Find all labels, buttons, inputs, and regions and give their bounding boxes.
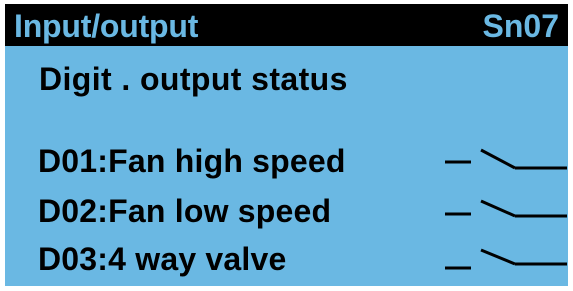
output-row-d03: D03:4 way valve bbox=[38, 240, 568, 280]
output-label: D03:4 way valve bbox=[38, 241, 287, 277]
menu-code: Sn07 bbox=[482, 8, 559, 44]
output-row-d02: D02:Fan low speed bbox=[38, 192, 568, 232]
output-label: D02:Fan low speed bbox=[38, 193, 332, 229]
lcd-screen: Input/output Sn07 Digit . output status … bbox=[0, 0, 573, 291]
output-row-d01: D01:Fan high speed bbox=[38, 142, 568, 182]
page-subtitle: Digit . output status bbox=[39, 61, 348, 97]
output-label: D01:Fan high speed bbox=[38, 143, 346, 179]
menu-title: Input/output bbox=[14, 8, 199, 44]
switch-open-icon bbox=[445, 248, 567, 270]
title-bar: Input/output Sn07 bbox=[5, 4, 568, 46]
switch-open-icon bbox=[445, 199, 567, 218]
switch-open-icon bbox=[445, 148, 567, 170]
lcd-panel: Input/output Sn07 Digit . output status … bbox=[5, 4, 568, 286]
